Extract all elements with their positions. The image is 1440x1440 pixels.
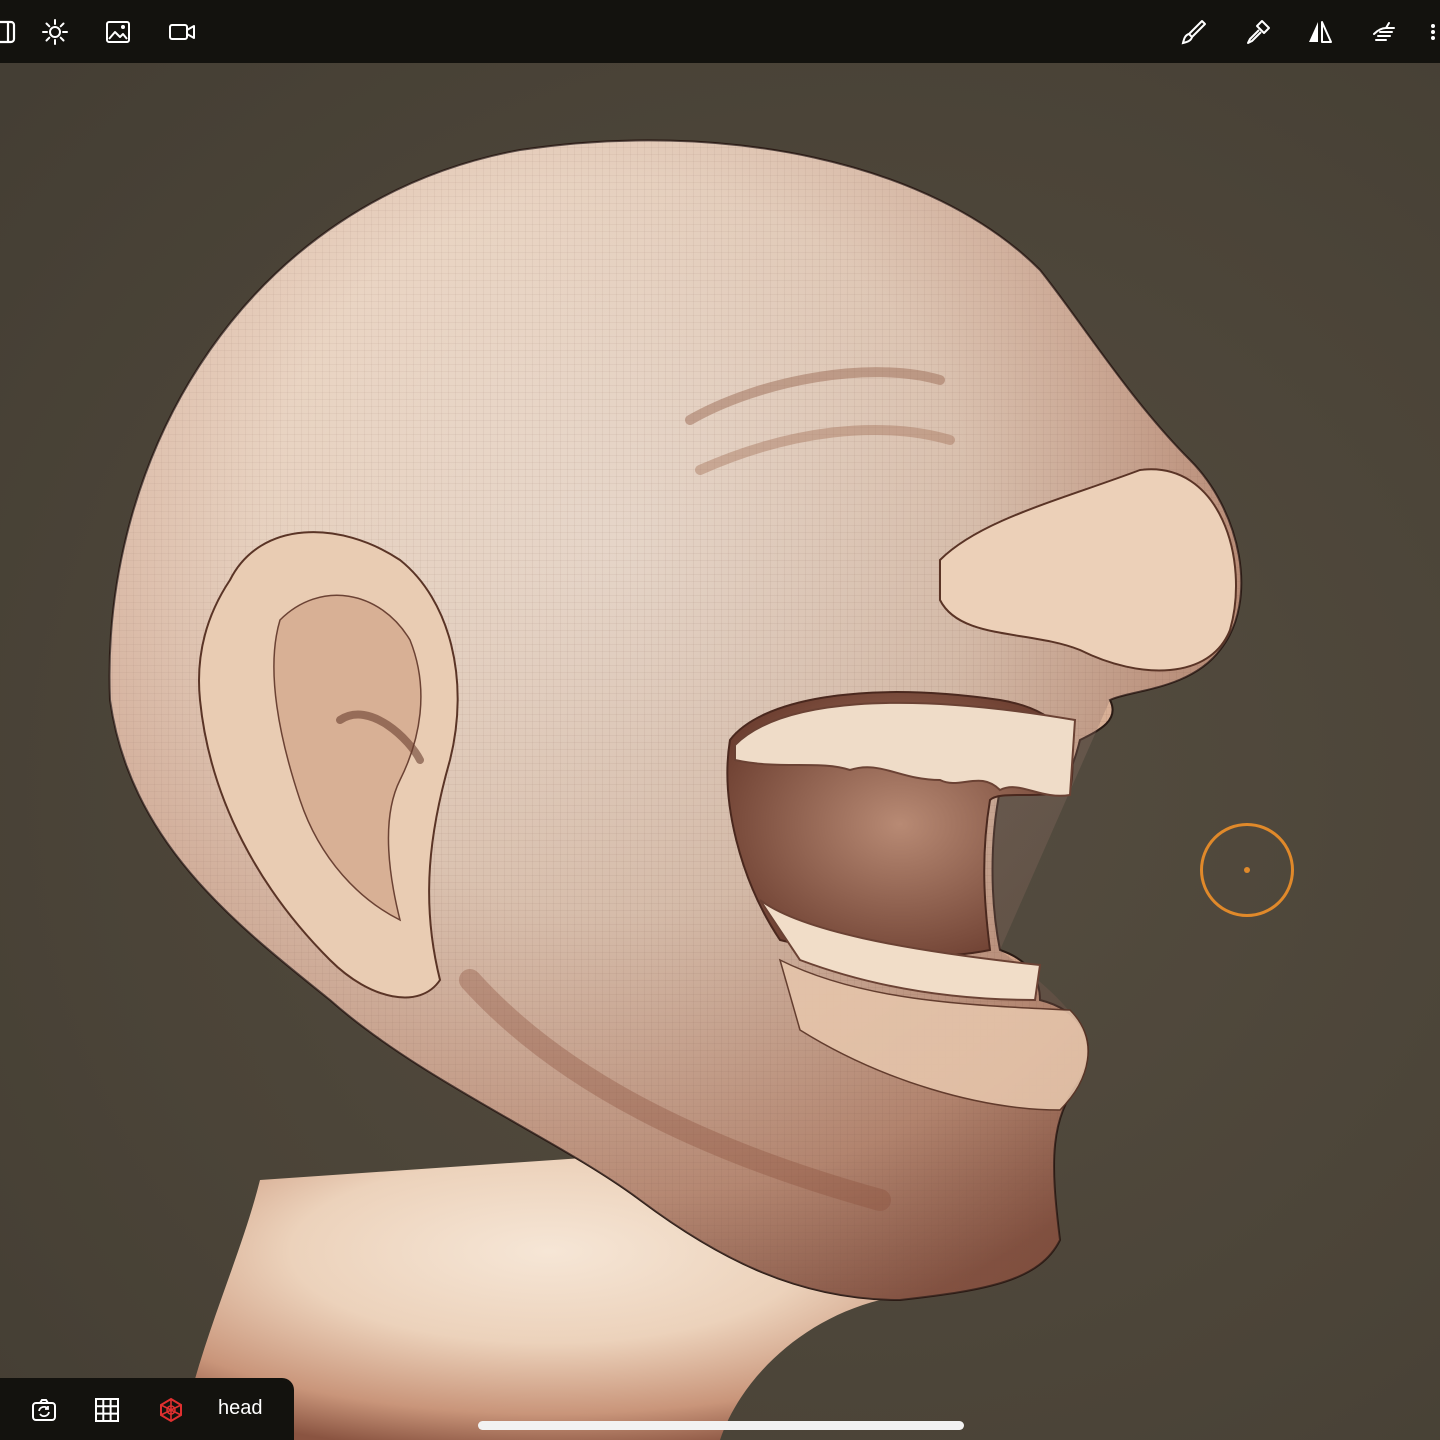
painter-brush-icon[interactable]	[1238, 12, 1278, 52]
brush-icon[interactable]	[1174, 12, 1214, 52]
symmetry-icon[interactable]	[1300, 12, 1340, 52]
hand-icon[interactable]	[1364, 12, 1404, 52]
top-toolbar	[0, 0, 1440, 63]
video-camera-icon[interactable]	[162, 12, 202, 52]
camera-rotate-icon[interactable]	[24, 1390, 64, 1430]
more-icon[interactable]	[1420, 12, 1440, 52]
head-sculpt-model[interactable]	[0, 0, 1440, 1440]
layer-icon[interactable]	[0, 12, 24, 52]
sun-icon[interactable]	[35, 12, 75, 52]
object-name-label[interactable]: head	[218, 1396, 263, 1420]
sculpt-viewport[interactable]	[0, 0, 1440, 1440]
grid-icon[interactable]	[87, 1390, 127, 1430]
image-icon[interactable]	[98, 12, 138, 52]
brush-cursor-ring	[1200, 823, 1294, 917]
home-indicator[interactable]	[478, 1421, 964, 1430]
brush-cursor-dot	[1244, 867, 1250, 873]
mesh-icon[interactable]	[151, 1390, 191, 1430]
